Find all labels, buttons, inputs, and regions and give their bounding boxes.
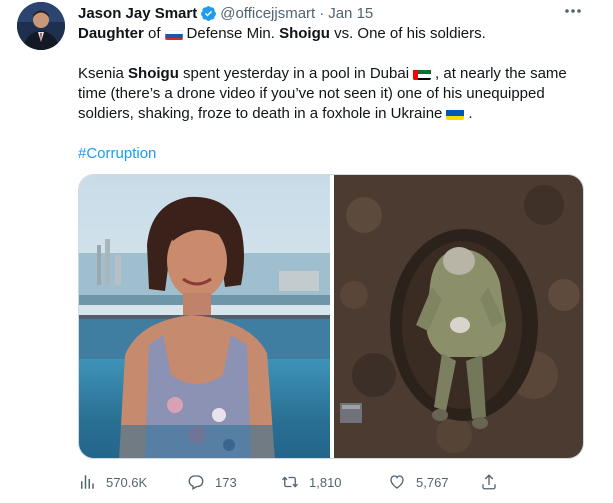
text-line3: soldiers, shaking, froze to death in a f… (78, 105, 443, 122)
text-shoigu: Shoigu (279, 25, 330, 42)
reply-button[interactable]: 173 (187, 470, 237, 494)
tweet-text-line1: Daughter of Defense Min. Shoigu vs. One … (78, 24, 486, 44)
russia-flag-icon (164, 28, 183, 40)
share-icon (482, 474, 496, 490)
text-pool-dubai: spent yesterday in a pool in Dubai (183, 65, 410, 82)
share-button[interactable] (480, 470, 508, 494)
text-line2: time (there’s a drone video if you’ve no… (78, 85, 545, 102)
retweet-button[interactable]: 1,810 (281, 470, 342, 494)
avatar[interactable] (17, 2, 65, 50)
text-vs: vs. One of his soldiers. (334, 25, 486, 42)
text-defense-min: Defense Min. (186, 25, 275, 42)
retweet-icon (282, 476, 298, 488)
views-button[interactable]: 570.6K (78, 470, 147, 494)
tweet-text-paragraph: Ksenia Shoigu spent yesterday in a pool … (78, 64, 578, 124)
ukraine-flag-icon (446, 108, 465, 120)
timestamp[interactable]: Jan 15 (328, 5, 373, 22)
text-nearly-same: , at nearly the same (435, 65, 567, 82)
handle[interactable]: @officejjsmart (220, 5, 315, 22)
tweet[interactable]: Jason Jay Smart @officejjsmart · Jan 15 … (0, 0, 613, 503)
more-options-icon[interactable] (561, 4, 585, 20)
text-period: . (468, 105, 473, 122)
reply-count: 173 (215, 474, 237, 490)
verified-badge-icon (201, 5, 217, 21)
display-name[interactable]: Jason Jay Smart (78, 5, 197, 22)
retweet-count: 1,810 (309, 474, 342, 490)
text-daughter: Daughter (78, 25, 144, 42)
text-shoigu-2: Shoigu (128, 65, 179, 82)
uae-flag-icon (413, 68, 432, 80)
photo-drone-foxhole[interactable] (334, 175, 583, 458)
separator-dot: · (319, 4, 325, 22)
like-count: 5,767 (416, 474, 449, 490)
text-of: of (148, 25, 161, 42)
heart-icon (390, 475, 404, 489)
like-button[interactable]: 5,767 (388, 470, 449, 494)
text-ksenia: Ksenia (78, 65, 124, 82)
tweet-actions: 570.6K 173 1,810 5,767 (78, 470, 584, 494)
views-count: 570.6K (106, 474, 148, 490)
photo-pool[interactable] (79, 175, 330, 458)
views-icon (81, 475, 94, 489)
media-grid[interactable] (78, 174, 584, 459)
hashtag-link[interactable]: #Corruption (78, 144, 156, 164)
reply-icon (188, 475, 204, 490)
